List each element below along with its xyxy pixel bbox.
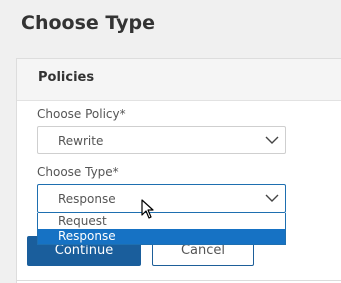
panel-header: Policies [17,59,341,101]
choose-policy-select[interactable]: Rewrite [37,126,286,154]
footer-divider [16,280,341,281]
page-header: Choose Type [0,0,341,48]
mouse-pointer-icon [141,199,154,219]
dropdown-option-response[interactable]: Response [38,229,285,244]
chevron-down-icon [265,136,279,144]
type-dropdown-list: Request Response [37,213,286,245]
choose-type-value: Response [58,192,116,206]
choose-type-label: Choose Type* [37,165,119,179]
panel-title: Policies [38,70,95,85]
choose-type-select[interactable]: Response [37,184,286,213]
page-title: Choose Type [21,12,155,34]
chevron-down-icon [265,194,279,202]
choose-policy-label: Choose Policy* [37,107,126,121]
dropdown-option-request[interactable]: Request [38,214,285,229]
choose-policy-value: Rewrite [58,134,104,148]
